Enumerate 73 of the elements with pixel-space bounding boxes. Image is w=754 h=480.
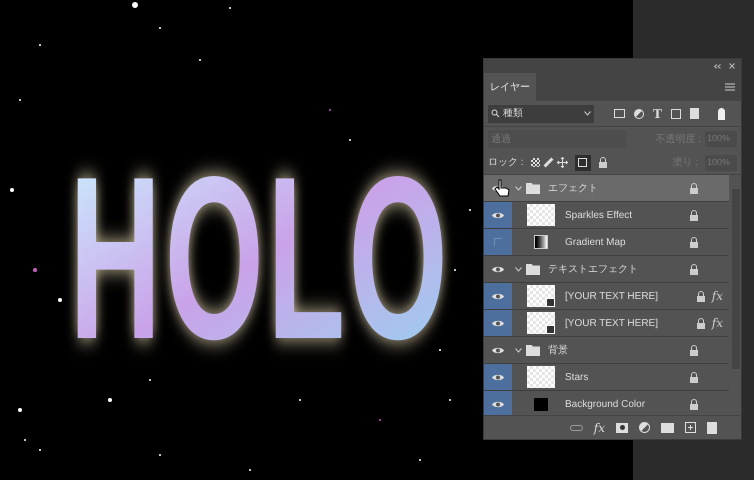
panel-tab[interactable]: レイヤー — [484, 73, 536, 101]
layer-row[interactable]: [YOUR TEXT HERE] fx — [484, 283, 729, 310]
lock-icon — [689, 398, 699, 410]
lock-label: ロック : — [488, 156, 524, 170]
lock-icon — [689, 372, 699, 382]
lock-icon — [689, 182, 699, 194]
type-filter-button[interactable]: T — [653, 108, 662, 120]
mask-icon[interactable] — [616, 422, 628, 432]
layer-name: テキストエフェクト — [548, 262, 638, 276]
lock-icon — [689, 210, 699, 220]
adjustment-icon[interactable] — [639, 422, 650, 433]
layer-name: [YOUR TEXT HERE] — [565, 290, 658, 304]
visibility-toggle[interactable] — [484, 202, 512, 228]
adjustment-filter-icon[interactable] — [634, 108, 644, 118]
eye-icon — [491, 318, 505, 328]
eye-icon — [491, 400, 505, 408]
visibility-toggle[interactable] — [484, 283, 512, 309]
visibility-toggle[interactable] — [484, 229, 512, 255]
layer-row[interactable]: [YOUR TEXT HERE] fx — [484, 310, 729, 337]
menu-icon[interactable] — [725, 83, 735, 91]
chevron-icon[interactable] — [515, 186, 522, 190]
new-layer-icon[interactable] — [685, 422, 696, 433]
brush-icon[interactable] — [543, 158, 553, 168]
eye-icon — [491, 210, 505, 220]
chevron-icon[interactable] — [515, 348, 522, 352]
image-filter-icon[interactable] — [614, 109, 625, 118]
visibility-toggle[interactable] — [484, 310, 512, 336]
filter-toggle[interactable] — [718, 108, 725, 120]
layer-name: Sparkles Effect — [565, 208, 632, 222]
lock-icon — [598, 157, 608, 168]
artboard-lock-icon[interactable] — [574, 154, 591, 170]
eye-icon — [491, 264, 505, 274]
layer-name: Stars — [565, 370, 588, 384]
layer-thumbnail — [527, 204, 555, 226]
layer-name: Background Color — [565, 398, 646, 412]
layer-name: Gradient Map — [565, 236, 626, 250]
layer-name: 背景 — [548, 344, 568, 358]
color-swatch — [534, 398, 548, 410]
eye-icon — [491, 292, 505, 300]
layer-row[interactable]: エフェクト — [484, 175, 729, 202]
gradient-thumbnail — [534, 235, 548, 249]
layer-row[interactable]: Stars — [484, 364, 729, 391]
visibility-toggle[interactable] — [484, 364, 512, 390]
effects-badge[interactable]: fx — [712, 287, 723, 305]
smart-object-thumbnail — [527, 312, 555, 334]
search-icon — [491, 109, 500, 118]
lock-icon — [689, 236, 699, 248]
scrollbar[interactable] — [732, 189, 740, 369]
move-icon[interactable] — [556, 157, 568, 168]
close-icon[interactable] — [729, 63, 735, 69]
layer-name: エフェクト — [548, 182, 598, 196]
layer-row[interactable]: Sparkles Effect — [484, 202, 729, 229]
eye-icon — [491, 372, 505, 382]
hand-cursor-icon — [494, 179, 510, 197]
layer-row[interactable]: Gradient Map — [484, 229, 729, 256]
link-icon[interactable] — [570, 424, 583, 430]
lock-icon — [696, 318, 706, 328]
effects-button[interactable]: fx — [594, 422, 605, 434]
filter-dropdown[interactable]: 種類 — [488, 104, 594, 122]
visibility-toggle[interactable] — [484, 391, 512, 415]
layer-name: [YOUR TEXT HERE] — [565, 316, 658, 330]
lock-transparency-icon[interactable] — [530, 158, 540, 167]
smart-object-thumbnail — [527, 285, 555, 307]
collapse-icon[interactable] — [714, 64, 721, 68]
lock-icon — [689, 344, 699, 356]
lock-icon — [689, 264, 699, 274]
effects-badge[interactable]: fx — [712, 314, 723, 332]
eye-icon — [491, 346, 505, 354]
shape-filter-icon[interactable] — [670, 108, 681, 118]
lock-icon — [696, 290, 706, 302]
layer-thumbnail — [527, 366, 555, 388]
chevron-icon[interactable] — [515, 266, 522, 272]
dropdown-caret-icon[interactable] — [584, 111, 591, 116]
